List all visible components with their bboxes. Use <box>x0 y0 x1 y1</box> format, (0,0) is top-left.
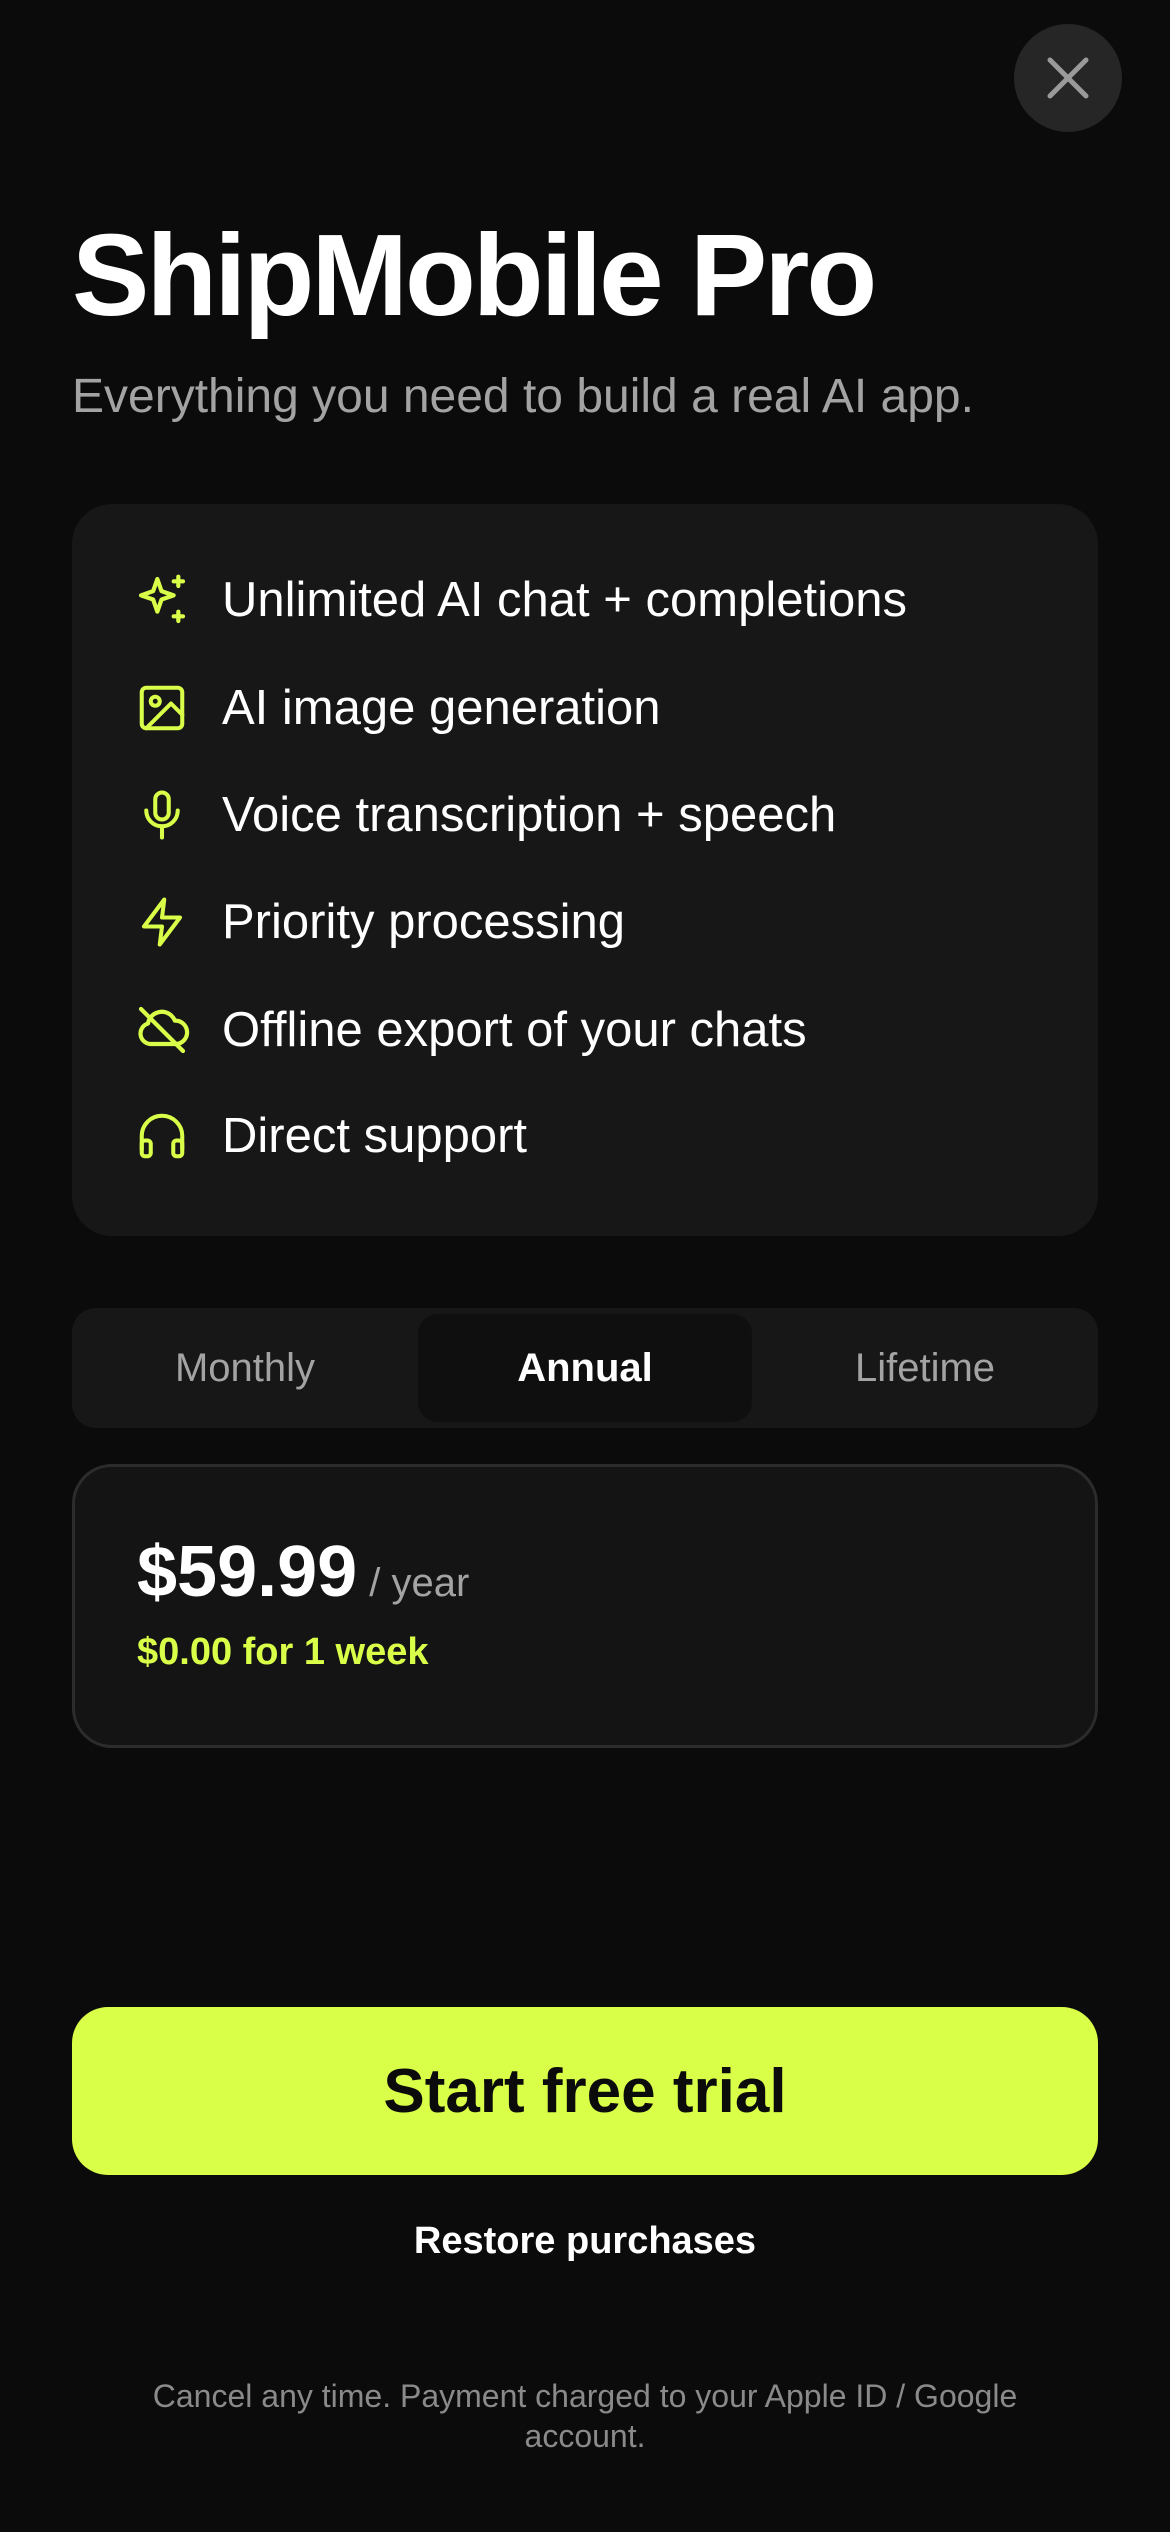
feature-item-support: Direct support <box>72 1096 1098 1176</box>
price-card[interactable]: $59.99 / year $0.00 for 1 week <box>72 1464 1098 1748</box>
feature-item-ai-chat: Unlimited AI chat + completions <box>72 560 1098 640</box>
image-icon <box>132 678 192 738</box>
feature-item-voice: Voice transcription + speech <box>72 775 1098 855</box>
feature-label: Unlimited AI chat + completions <box>222 573 907 627</box>
feature-label: Voice transcription + speech <box>222 788 837 842</box>
feature-item-priority: Priority processing <box>72 882 1098 962</box>
feature-item-offline-export: Offline export of your chats <box>72 990 1098 1070</box>
legal-disclaimer: Cancel any time. Payment charged to your… <box>152 2378 1018 2454</box>
microphone-icon <box>132 785 192 845</box>
price-period: / year <box>369 1561 470 1605</box>
feature-label: Priority processing <box>222 895 626 949</box>
close-button[interactable] <box>1014 24 1122 132</box>
trial-note: $0.00 for 1 week <box>137 1631 429 1673</box>
feature-label: Direct support <box>222 1109 528 1163</box>
restore-purchases-link[interactable]: Restore purchases <box>0 2220 1170 2263</box>
start-free-trial-button[interactable]: Start free trial <box>72 2007 1098 2175</box>
feature-label: Offline export of your chats <box>222 1003 807 1057</box>
headphones-icon <box>132 1106 192 1166</box>
close-icon <box>1047 57 1089 99</box>
cloud-off-icon <box>132 1000 192 1060</box>
page-title: ShipMobile Pro <box>72 210 877 340</box>
feature-item-image-generation: AI image generation <box>72 668 1098 748</box>
plan-tab-lifetime[interactable]: Lifetime <box>758 1314 1092 1422</box>
feature-label: AI image generation <box>222 681 661 735</box>
features-card: Unlimited AI chat + completions AI image… <box>72 504 1098 1236</box>
price-row: $59.99 / year <box>137 1531 469 1613</box>
plan-selector: Monthly Annual Lifetime <box>72 1308 1098 1428</box>
plan-tab-annual[interactable]: Annual <box>418 1314 752 1422</box>
plan-tab-monthly[interactable]: Monthly <box>78 1314 412 1422</box>
lightning-icon <box>132 892 192 952</box>
price-amount: $59.99 <box>137 1532 358 1612</box>
sparkles-icon <box>132 570 192 630</box>
page-subtitle: Everything you need to build a real AI a… <box>72 370 974 423</box>
